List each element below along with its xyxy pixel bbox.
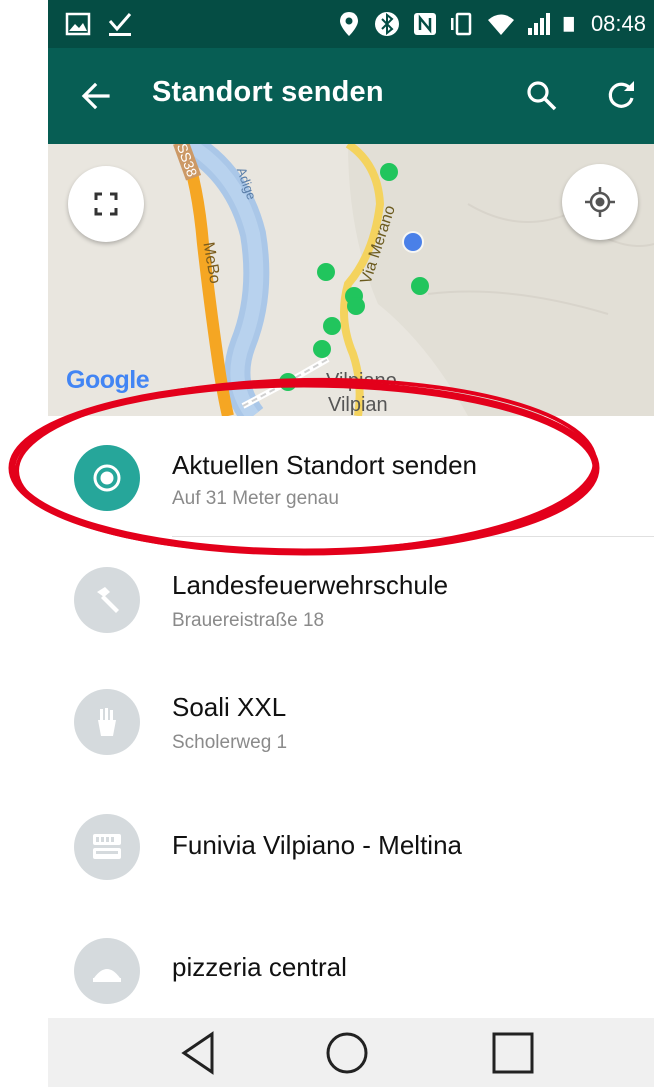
fullscreen-icon <box>94 192 118 216</box>
fries-icon <box>98 708 116 736</box>
list-item-place[interactable]: Funivia Vilpiano - Meltina <box>48 788 654 908</box>
avatar <box>74 814 140 880</box>
my-location-icon <box>585 187 615 217</box>
list-item-place[interactable]: Landesfeuerwehrschule Brauereistraße 18 <box>48 540 654 660</box>
status-time: 08:48 <box>590 11 646 36</box>
place-name: Landesfeuerwehrschule <box>172 570 449 600</box>
location-pin-icon <box>339 12 358 36</box>
place-name: Soali XXL <box>172 692 287 722</box>
phone-screen: 08:48 Standort senden SS38 Adige MeBo Vi… <box>48 0 654 1087</box>
fullscreen-button[interactable] <box>68 166 144 242</box>
navigation-bar <box>48 1018 654 1087</box>
divider <box>172 536 654 537</box>
battery-icon <box>563 16 574 32</box>
place-name: pizzeria central <box>172 952 347 982</box>
current-location-icon <box>93 464 121 492</box>
avatar <box>74 445 140 511</box>
home-circle-icon[interactable] <box>320 1026 374 1080</box>
search-icon[interactable] <box>524 78 558 112</box>
signal-icon <box>527 13 550 35</box>
avatar <box>74 689 140 755</box>
food-icon <box>93 969 121 982</box>
place-subtitle: Auf 31 Meter genau <box>172 488 339 509</box>
google-logo: Google <box>66 366 150 394</box>
avatar <box>74 567 140 633</box>
list-item-place[interactable]: Soali XXL Scholerweg 1 <box>48 664 654 784</box>
page-title: Standort senden <box>152 76 384 108</box>
place-subtitle: Scholerweg 1 <box>172 732 288 753</box>
hammer-icon <box>97 587 119 613</box>
cable-car-icon <box>93 834 121 859</box>
nfc-icon <box>413 13 436 35</box>
status-bar: 08:48 <box>48 0 654 48</box>
map-label-town-it: Vilpiano <box>326 370 397 392</box>
map-label-town-de: Vilpian <box>328 394 388 416</box>
avatar <box>74 938 140 1004</box>
back-triangle-icon[interactable] <box>174 1026 228 1080</box>
place-subtitle: Brauereistraße 18 <box>172 610 325 631</box>
download-check-icon <box>108 13 132 36</box>
place-name: Funivia Vilpiano - Meltina <box>172 830 462 860</box>
bluetooth-icon <box>374 12 399 36</box>
places-list: Aktuellen Standort senden Auf 31 Meter g… <box>48 416 654 1010</box>
wifi-icon <box>487 14 514 35</box>
my-location-button[interactable] <box>562 164 638 240</box>
app-bar: Standort senden <box>48 48 654 144</box>
image-icon <box>65 12 91 36</box>
list-item-current-location[interactable]: Aktuellen Standort senden Auf 31 Meter g… <box>48 416 654 536</box>
recents-square-icon[interactable] <box>486 1026 540 1080</box>
map-view[interactable]: SS38 Adige MeBo Via Merano Vilpiano Vilp… <box>48 144 654 416</box>
arrow-back-icon[interactable] <box>78 78 114 114</box>
list-item-place[interactable]: pizzeria central <box>48 912 654 1022</box>
place-name: Aktuellen Standort senden <box>172 450 477 480</box>
refresh-icon[interactable] <box>604 78 638 112</box>
vibrate-icon <box>450 12 472 36</box>
